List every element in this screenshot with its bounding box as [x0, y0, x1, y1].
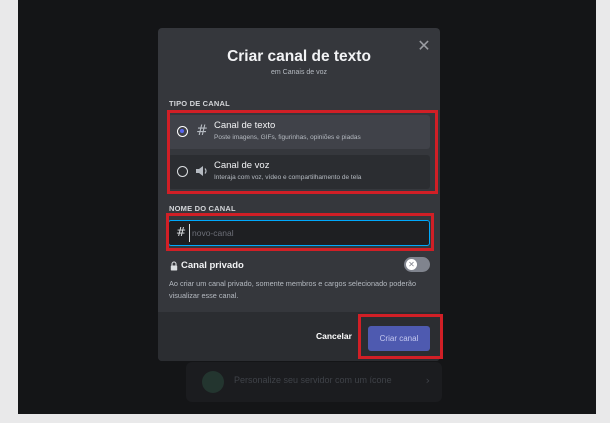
channel-name-label: NOME DO CANAL	[169, 204, 236, 213]
private-channel-toggle[interactable]: ✕	[404, 257, 430, 272]
create-channel-button[interactable]: Criar canal	[368, 326, 430, 351]
option-text-channel[interactable]: # Canal de texto Poste imagens, GIFs, fi…	[168, 115, 430, 149]
upload-image-icon	[202, 371, 224, 393]
radio-text-channel[interactable]	[177, 126, 188, 137]
channel-name-input[interactable]	[189, 224, 422, 242]
background-server-icon-card: Personalize seu servidor com um ícone ›	[186, 362, 442, 402]
private-channel-description: Ao criar um canal privado, somente membr…	[169, 279, 417, 300]
toggle-off-icon: ✕	[406, 259, 417, 270]
radio-voice-channel[interactable]	[177, 166, 188, 177]
channel-name-field[interactable]: #	[168, 220, 430, 246]
private-channel-label: Canal privado	[181, 260, 244, 271]
option-description: Poste imagens, GIFs, figurinhas, opiniõe…	[214, 134, 361, 141]
create-channel-modal: ✕ Criar canal de texto em Canais de voz …	[158, 28, 440, 361]
screenshot-frame-bottom	[0, 414, 610, 423]
lock-icon	[170, 261, 178, 271]
screenshot-frame-right	[596, 0, 610, 423]
hash-icon: #	[196, 123, 208, 139]
option-voice-channel[interactable]: Canal de voz Interaja com voz, vídeo e c…	[168, 155, 430, 189]
option-title: Canal de voz	[214, 160, 270, 171]
cancel-button[interactable]: Cancelar	[316, 331, 352, 341]
modal-title: Criar canal de texto	[227, 48, 371, 65]
option-title: Canal de texto	[214, 120, 276, 131]
channel-type-label: TIPO DE CANAL	[169, 99, 230, 108]
screenshot-frame-left	[0, 0, 18, 423]
hash-icon: #	[176, 225, 187, 239]
background-card-text: Personalize seu servidor com um ícone	[234, 375, 392, 385]
chevron-right-icon: ›	[425, 374, 430, 387]
speaker-icon	[195, 162, 209, 180]
modal-subtitle: em Canais de voz	[270, 69, 328, 76]
option-description: Interaja com voz, vídeo e compartilhamen…	[214, 174, 362, 181]
